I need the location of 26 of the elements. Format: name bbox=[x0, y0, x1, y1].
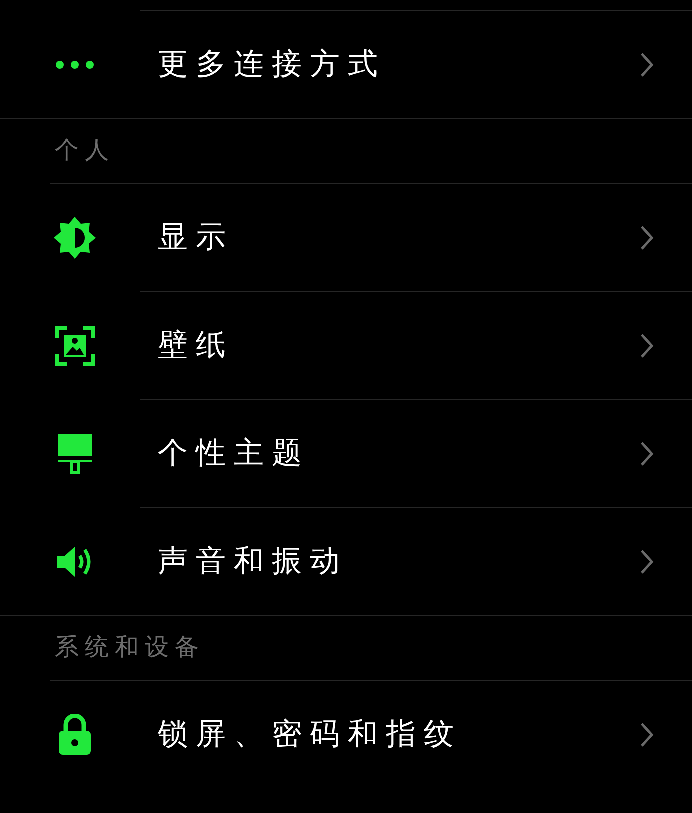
chevron-right-icon bbox=[640, 722, 654, 748]
row-label: 声音和振动 bbox=[157, 544, 349, 580]
section-header: 系统和设备 bbox=[55, 633, 205, 663]
settings-row[interactable]: 锁屏、密码和指纹 bbox=[0, 681, 692, 788]
brightness-icon bbox=[53, 216, 97, 260]
row-label: 个性主题 bbox=[157, 436, 311, 472]
row-label: 更多连接方式 bbox=[157, 47, 387, 83]
chevron-right-icon bbox=[640, 332, 654, 358]
section-header: 个人 bbox=[55, 136, 115, 166]
settings-row[interactable]: 个性主题 bbox=[0, 400, 692, 507]
row-label: 锁屏、密码和指纹 bbox=[157, 717, 463, 753]
settings-row[interactable]: 显示 bbox=[0, 184, 692, 291]
more-icon bbox=[55, 60, 95, 70]
chevron-right-icon bbox=[640, 224, 654, 250]
chevron-right-icon bbox=[640, 548, 654, 574]
padlock-icon bbox=[58, 714, 92, 756]
settings-row[interactable]: 声音和振动 bbox=[0, 508, 692, 615]
settings-row[interactable]: 壁纸 bbox=[0, 292, 692, 399]
paint-brush-icon bbox=[57, 432, 93, 474]
row-label: 壁纸 bbox=[157, 328, 235, 364]
settings-row[interactable]: 更多连接方式 bbox=[0, 11, 692, 118]
picture-frame-icon bbox=[55, 326, 95, 366]
chevron-right-icon bbox=[640, 52, 654, 78]
row-label: 显示 bbox=[157, 220, 235, 256]
speaker-icon bbox=[56, 544, 94, 578]
chevron-right-icon bbox=[640, 440, 654, 466]
